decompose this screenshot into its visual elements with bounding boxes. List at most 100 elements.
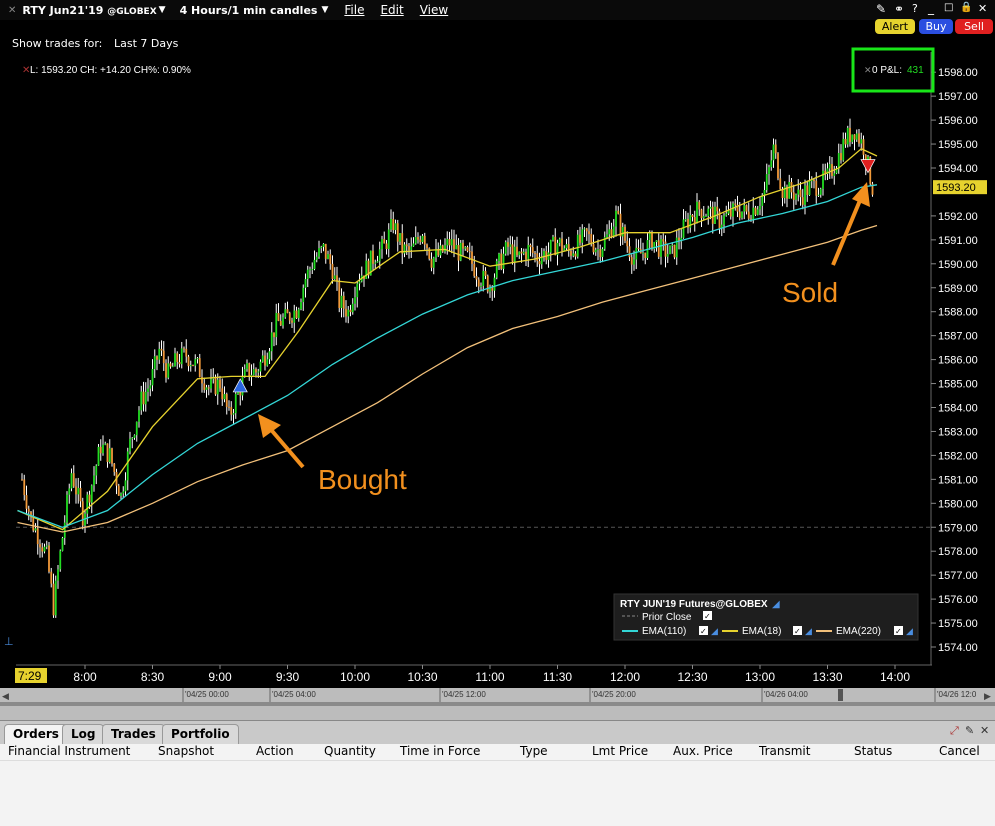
candle-body	[588, 231, 590, 235]
candle-body	[387, 229, 390, 250]
candle-body	[493, 277, 496, 291]
candle-body	[196, 358, 199, 360]
candle-body	[160, 348, 163, 351]
tab-portfolio[interactable]: Portfolio	[162, 724, 239, 745]
candle-body	[93, 475, 95, 486]
candle-body	[381, 239, 383, 250]
orders-column-header[interactable]: Action	[256, 744, 294, 758]
nav-label: '04/25 20:00	[592, 690, 636, 699]
chart-legend: RTY JUN'19 Futures@GLOBEX ◢ Prior Close …	[613, 593, 919, 641]
candle-body	[111, 448, 113, 464]
tab-log[interactable]: Log	[62, 724, 105, 745]
crosshair-icon[interactable]: ⊥	[4, 635, 14, 648]
nav-left-icon[interactable]: ◀	[2, 692, 9, 702]
candle-body	[779, 178, 782, 190]
orders-column-header[interactable]: Financial Instrument	[8, 744, 130, 758]
ema220-settings-icon[interactable]: ◢	[906, 627, 913, 637]
pnl-close-icon[interactable]: ✕	[864, 66, 872, 76]
orders-column-header[interactable]: Transmit	[759, 744, 810, 758]
nav-label: '04/25 04:00	[272, 690, 316, 699]
legend-title: RTY JUN'19 Futures@GLOBEX	[620, 599, 768, 610]
candle-body	[66, 494, 68, 523]
orders-column-header[interactable]: Time in Force	[400, 744, 480, 758]
candle-body	[457, 244, 460, 261]
ema18-settings-icon[interactable]: ◢	[805, 627, 812, 637]
candle-body	[288, 313, 291, 321]
candle-body	[711, 206, 714, 224]
candle-body	[768, 167, 770, 175]
candle-body	[601, 248, 604, 258]
candle-body	[338, 280, 341, 308]
price-tick-label: 1581.00	[938, 474, 978, 486]
candle-body	[468, 251, 471, 253]
candle-body	[637, 247, 640, 249]
candle-body	[853, 134, 856, 140]
candle-body	[133, 435, 136, 438]
orders-column-header[interactable]: Quantity	[324, 744, 376, 758]
candle-body	[552, 236, 554, 241]
tab-trades[interactable]: Trades	[102, 724, 165, 745]
candle-body	[723, 215, 725, 225]
candle-body	[86, 494, 89, 514]
legend-pin-icon[interactable]: ◢	[772, 599, 780, 610]
orders-column-header[interactable]: Cancel	[939, 744, 980, 758]
nav-label: '04/26 12:0	[937, 690, 977, 699]
price-tick-label: 1577.00	[938, 570, 978, 582]
bottom-panel-tabs: Orders Log Trades Portfolio ⤢ ✎ ✕	[0, 720, 995, 745]
candle-body	[221, 388, 224, 400]
candle-body	[849, 127, 851, 142]
candle-body	[297, 309, 300, 319]
candle-body	[57, 569, 59, 581]
candle-body	[529, 244, 532, 248]
candle-body	[423, 235, 426, 245]
price-tick-label: 1597.00	[938, 91, 978, 103]
candle-body	[619, 213, 622, 237]
tab-orders[interactable]: Orders	[4, 724, 68, 745]
price-chart[interactable]: 1574.00 1575.00 1576.00 1577.00 1578.00 1579.…	[0, 0, 995, 720]
last-price-label: 1593.20	[936, 182, 976, 194]
candle-body	[804, 185, 806, 205]
candle-body	[304, 279, 307, 288]
candle-body	[635, 247, 638, 260]
candle-body	[345, 308, 347, 317]
candle-body	[131, 437, 134, 439]
nav-label: '04/25 12:00	[442, 690, 486, 699]
orders-column-header[interactable]: Lmt Price	[592, 744, 648, 758]
candle-body	[234, 393, 237, 414]
ema110-settings-icon[interactable]: ◢	[711, 627, 718, 637]
candle-body	[500, 253, 503, 269]
candle-body	[716, 206, 719, 212]
panel-close-icon[interactable]: ✕	[980, 724, 989, 737]
candle-body	[284, 309, 287, 318]
panel-pin-icon[interactable]: ✎	[965, 724, 974, 737]
nav-right-icon[interactable]: ▶	[984, 692, 991, 702]
orders-column-header[interactable]: Type	[520, 744, 548, 758]
candle-body	[709, 206, 712, 209]
orders-column-header[interactable]: Aux. Price	[673, 744, 733, 758]
candle-body	[203, 383, 206, 390]
price-tick-label: 1582.00	[938, 450, 978, 462]
candle-body	[608, 229, 611, 235]
candle-body	[669, 245, 671, 254]
candle-body	[45, 545, 48, 547]
candle-body	[144, 391, 147, 405]
candle-body	[34, 528, 37, 531]
candle-body	[291, 320, 293, 323]
orders-column-header[interactable]: Status	[854, 744, 892, 758]
candle-body	[450, 239, 453, 246]
candle-body	[349, 309, 352, 313]
candle-body	[27, 508, 30, 512]
candle-body	[819, 188, 822, 195]
legend-ema220: EMA(220)	[836, 626, 881, 637]
candle-body	[230, 407, 233, 415]
orders-column-header[interactable]: Snapshot	[158, 744, 214, 758]
candle-body	[48, 545, 50, 572]
candle-body	[354, 297, 356, 304]
candle-body	[660, 239, 662, 257]
candle-body	[795, 194, 797, 200]
candle-body	[430, 258, 433, 268]
candle-body	[302, 287, 305, 303]
candle-body	[54, 580, 57, 616]
navigator-handle[interactable]	[838, 689, 843, 701]
panel-detach-icon[interactable]: ⤢	[950, 724, 959, 738]
